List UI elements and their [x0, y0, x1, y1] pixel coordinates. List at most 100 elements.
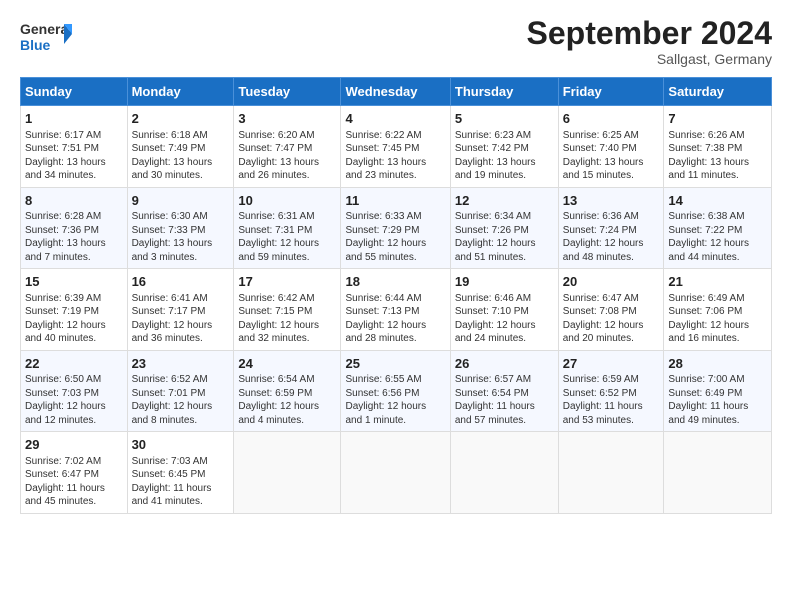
day-info-line: Sunset: 7:22 PM — [668, 224, 767, 238]
day-info-line: Daylight: 11 hours — [668, 400, 767, 414]
col-saturday: Saturday — [664, 78, 772, 106]
day-info-line: Sunset: 7:29 PM — [345, 224, 445, 238]
day-info-line: Daylight: 13 hours — [132, 156, 230, 170]
table-cell: 9Sunrise: 6:30 AMSunset: 7:33 PMDaylight… — [127, 187, 234, 269]
day-info-line: Sunrise: 6:25 AM — [563, 129, 660, 143]
day-info-line: Sunrise: 6:18 AM — [132, 129, 230, 143]
day-info-line: Sunrise: 6:42 AM — [238, 292, 336, 306]
day-number: 22 — [25, 355, 123, 373]
day-info-line: Sunset: 6:59 PM — [238, 387, 336, 401]
day-info-line: Daylight: 12 hours — [25, 400, 123, 414]
day-info-line: and 44 minutes. — [668, 251, 767, 265]
day-info-line: and 32 minutes. — [238, 332, 336, 346]
table-cell — [234, 432, 341, 514]
day-info-line: Sunrise: 6:36 AM — [563, 210, 660, 224]
day-number: 5 — [455, 110, 554, 128]
day-info-line: and 8 minutes. — [132, 414, 230, 428]
day-info-line: Daylight: 12 hours — [455, 237, 554, 251]
table-cell: 17Sunrise: 6:42 AMSunset: 7:15 PMDayligh… — [234, 269, 341, 351]
day-number: 14 — [668, 192, 767, 210]
day-info-line: Sunset: 7:01 PM — [132, 387, 230, 401]
table-cell — [450, 432, 558, 514]
day-info-line: Daylight: 12 hours — [563, 237, 660, 251]
day-number: 12 — [455, 192, 554, 210]
day-info-line: Sunset: 7:10 PM — [455, 305, 554, 319]
col-friday: Friday — [558, 78, 664, 106]
day-info-line: and 16 minutes. — [668, 332, 767, 346]
day-info-line: Sunrise: 7:00 AM — [668, 373, 767, 387]
day-info-line: Sunrise: 6:34 AM — [455, 210, 554, 224]
day-info-line: Sunset: 6:56 PM — [345, 387, 445, 401]
day-info-line: Sunset: 7:19 PM — [25, 305, 123, 319]
svg-text:Blue: Blue — [20, 37, 51, 53]
day-info-line: Daylight: 11 hours — [563, 400, 660, 414]
day-info-line: and 7 minutes. — [25, 251, 123, 265]
table-cell: 21Sunrise: 6:49 AMSunset: 7:06 PMDayligh… — [664, 269, 772, 351]
day-info-line: Sunrise: 6:39 AM — [25, 292, 123, 306]
day-info-line: and 30 minutes. — [132, 169, 230, 183]
day-info-line: and 51 minutes. — [455, 251, 554, 265]
day-info-line: Sunset: 7:51 PM — [25, 142, 123, 156]
table-cell: 12Sunrise: 6:34 AMSunset: 7:26 PMDayligh… — [450, 187, 558, 269]
day-info-line: and 15 minutes. — [563, 169, 660, 183]
day-number: 17 — [238, 273, 336, 291]
day-info-line: Sunrise: 6:54 AM — [238, 373, 336, 387]
table-cell: 23Sunrise: 6:52 AMSunset: 7:01 PMDayligh… — [127, 350, 234, 432]
day-info-line: Sunset: 7:26 PM — [455, 224, 554, 238]
page-container: General Blue September 2024 Sallgast, Ge… — [0, 0, 792, 524]
day-info-line: and 48 minutes. — [563, 251, 660, 265]
day-info-line: Sunset: 6:54 PM — [455, 387, 554, 401]
day-info-line: Sunset: 7:31 PM — [238, 224, 336, 238]
month-title: September 2024 — [527, 16, 772, 51]
day-number: 25 — [345, 355, 445, 373]
table-cell: 10Sunrise: 6:31 AMSunset: 7:31 PMDayligh… — [234, 187, 341, 269]
day-info-line: Sunrise: 6:44 AM — [345, 292, 445, 306]
table-cell: 28Sunrise: 7:00 AMSunset: 6:49 PMDayligh… — [664, 350, 772, 432]
day-info-line: Daylight: 12 hours — [668, 237, 767, 251]
day-info-line: Sunrise: 6:41 AM — [132, 292, 230, 306]
location: Sallgast, Germany — [527, 51, 772, 67]
table-cell: 8Sunrise: 6:28 AMSunset: 7:36 PMDaylight… — [21, 187, 128, 269]
day-number: 10 — [238, 192, 336, 210]
table-cell: 1Sunrise: 6:17 AMSunset: 7:51 PMDaylight… — [21, 106, 128, 188]
calendar-table: Sunday Monday Tuesday Wednesday Thursday… — [20, 77, 772, 514]
day-info-line: Daylight: 12 hours — [238, 319, 336, 333]
day-info-line: and 59 minutes. — [238, 251, 336, 265]
day-info-line: Daylight: 11 hours — [455, 400, 554, 414]
day-info-line: Sunrise: 6:33 AM — [345, 210, 445, 224]
day-info-line: Daylight: 12 hours — [132, 319, 230, 333]
day-number: 19 — [455, 273, 554, 291]
day-info-line: Sunrise: 7:02 AM — [25, 455, 123, 469]
table-cell: 13Sunrise: 6:36 AMSunset: 7:24 PMDayligh… — [558, 187, 664, 269]
day-info-line: Daylight: 12 hours — [668, 319, 767, 333]
day-number: 11 — [345, 192, 445, 210]
day-info-line: Daylight: 12 hours — [563, 319, 660, 333]
day-info-line: Sunrise: 6:30 AM — [132, 210, 230, 224]
day-info-line: Daylight: 13 hours — [345, 156, 445, 170]
day-info-line: Sunset: 7:40 PM — [563, 142, 660, 156]
day-info-line: and 20 minutes. — [563, 332, 660, 346]
day-number: 6 — [563, 110, 660, 128]
day-info-line: Sunset: 7:17 PM — [132, 305, 230, 319]
day-info-line: Daylight: 12 hours — [25, 319, 123, 333]
table-cell: 25Sunrise: 6:55 AMSunset: 6:56 PMDayligh… — [341, 350, 450, 432]
table-cell: 18Sunrise: 6:44 AMSunset: 7:13 PMDayligh… — [341, 269, 450, 351]
table-cell: 24Sunrise: 6:54 AMSunset: 6:59 PMDayligh… — [234, 350, 341, 432]
day-info-line: Sunset: 7:06 PM — [668, 305, 767, 319]
day-info-line: Daylight: 12 hours — [345, 319, 445, 333]
day-number: 13 — [563, 192, 660, 210]
day-info-line: Sunset: 7:13 PM — [345, 305, 445, 319]
day-info-line: Sunrise: 6:59 AM — [563, 373, 660, 387]
day-info-line: Sunset: 6:45 PM — [132, 468, 230, 482]
day-info-line: and 26 minutes. — [238, 169, 336, 183]
table-cell: 14Sunrise: 6:38 AMSunset: 7:22 PMDayligh… — [664, 187, 772, 269]
day-info-line: Sunrise: 6:49 AM — [668, 292, 767, 306]
day-info-line: Daylight: 12 hours — [345, 237, 445, 251]
day-number: 18 — [345, 273, 445, 291]
day-info-line: Sunrise: 6:31 AM — [238, 210, 336, 224]
day-number: 7 — [668, 110, 767, 128]
table-cell: 16Sunrise: 6:41 AMSunset: 7:17 PMDayligh… — [127, 269, 234, 351]
day-info-line: Sunset: 7:36 PM — [25, 224, 123, 238]
day-info-line: and 41 minutes. — [132, 495, 230, 509]
day-info-line: Sunrise: 7:03 AM — [132, 455, 230, 469]
